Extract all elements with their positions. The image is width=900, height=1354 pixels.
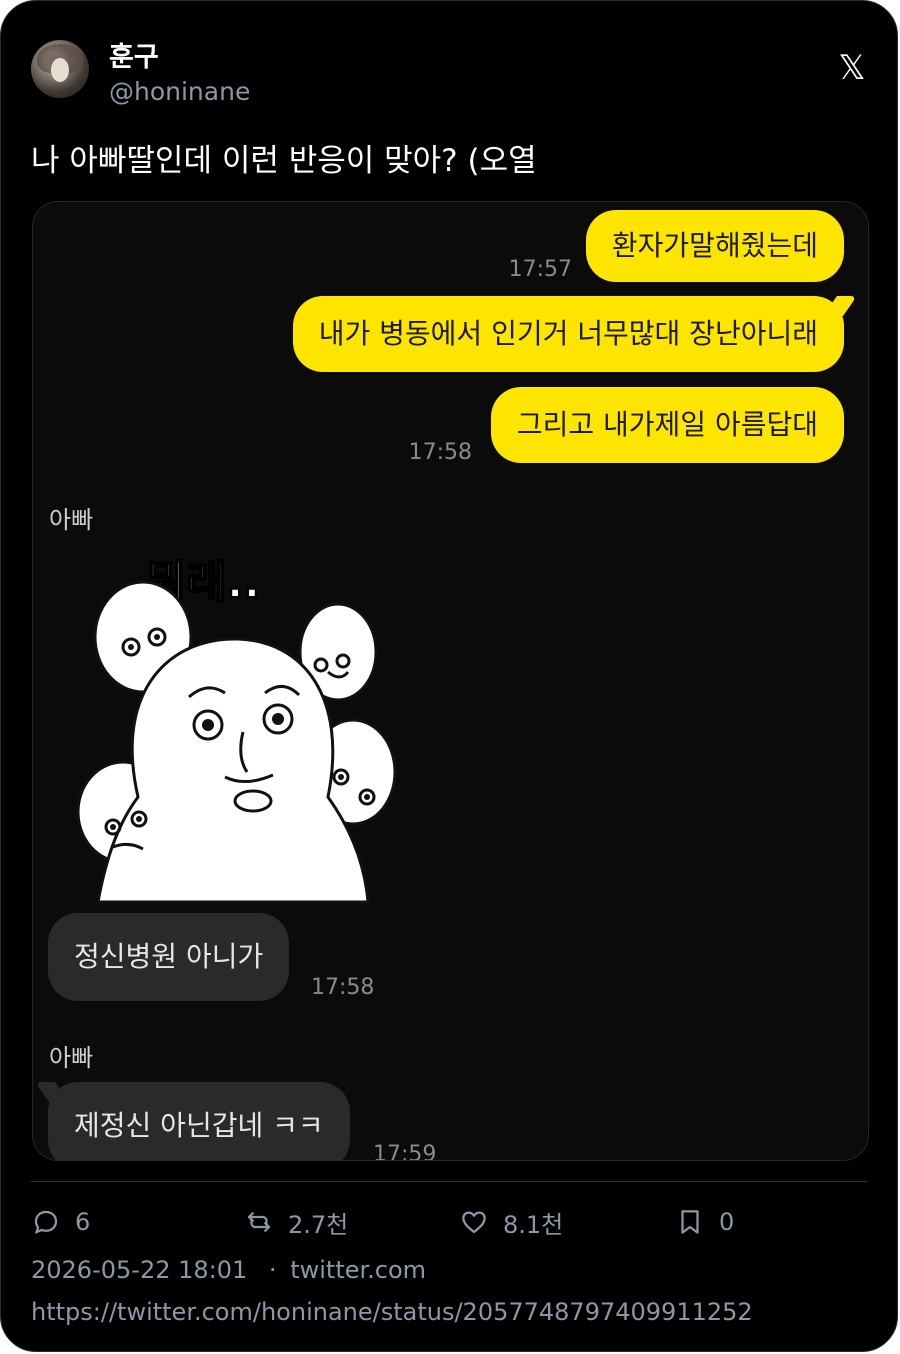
tweet-text: 나 아빠딸인데 이런 반응이 맞아? (오열 (31, 143, 537, 179)
author-handle[interactable]: @honinane (109, 77, 250, 106)
reply-count: 6 (75, 1208, 91, 1236)
avatar[interactable] (31, 40, 89, 98)
tweet-url[interactable]: https://twitter.com/honinane/status/2057… (31, 1298, 753, 1326)
tweet-meta: 2026-05-22 18:01 · twitter.com (31, 1256, 426, 1284)
meta-separator: · (268, 1256, 277, 1284)
message-time: 17:58 (311, 975, 375, 1000)
message-text: 환자가말해줬는데 (611, 229, 818, 262)
tweet-date[interactable]: 2026-05-22 18:01 (31, 1256, 247, 1284)
message-time: 17:59 (373, 1142, 437, 1161)
message-text: 그리고 내가제일 아름답대 (516, 408, 818, 441)
author-name[interactable]: 훈구 (109, 35, 159, 74)
message-time: 17:57 (508, 257, 572, 282)
reply-button[interactable]: 6 (31, 1204, 90, 1240)
like-count: 8.1천 (503, 1210, 564, 1239)
reply-icon (34, 1210, 58, 1234)
divider (31, 1181, 867, 1182)
other-message-bubble: 제정신 아닌갑네 ㅋㅋ (34, 1082, 350, 1160)
retweet-count: 2.7천 (288, 1210, 349, 1239)
tweet-card: 훈구 @honinane 𝕏 나 아빠딸인데 이런 반응이 맞아? (오열 17… (0, 0, 898, 1352)
retweet-icon (247, 1212, 271, 1232)
bookmark-icon (681, 1210, 699, 1234)
message-time: 17:58 (408, 440, 472, 465)
bookmark-count: 0 (719, 1208, 735, 1236)
message-text: 정신병원 아니가 (74, 940, 264, 973)
x-logo-icon[interactable]: 𝕏 (837, 51, 867, 85)
retweet-button[interactable]: 2.7천 (244, 1204, 348, 1240)
chat-screenshot-image[interactable]: 17:57 환자가말해줬는데 내가 병동에서 인기거 너무많대 장난아니래 17… (32, 201, 869, 1161)
my-message-bubble: 내가 병동에서 인기거 너무많대 장난아니래 (292, 296, 858, 372)
my-message-bubble: 환자가말해줬는데 (585, 210, 844, 282)
message-text: 내가 병동에서 인기거 너무많대 장난아니래 (318, 317, 818, 350)
sticker-image: 뭐래.. (76, 556, 397, 904)
sender-name: 아빠 (49, 506, 94, 534)
sender-name: 아빠 (49, 1044, 94, 1072)
like-button[interactable]: 8.1천 (459, 1204, 563, 1240)
tweet-source[interactable]: twitter.com (290, 1256, 426, 1284)
bookmark-button[interactable]: 0 (675, 1204, 734, 1240)
my-message-bubble: 그리고 내가제일 아름답대 (490, 387, 844, 463)
message-text: 제정신 아닌갑네 ㅋㅋ (74, 1109, 324, 1142)
like-icon (462, 1211, 486, 1234)
other-message-bubble: 정신병원 아니가 (48, 913, 290, 1001)
